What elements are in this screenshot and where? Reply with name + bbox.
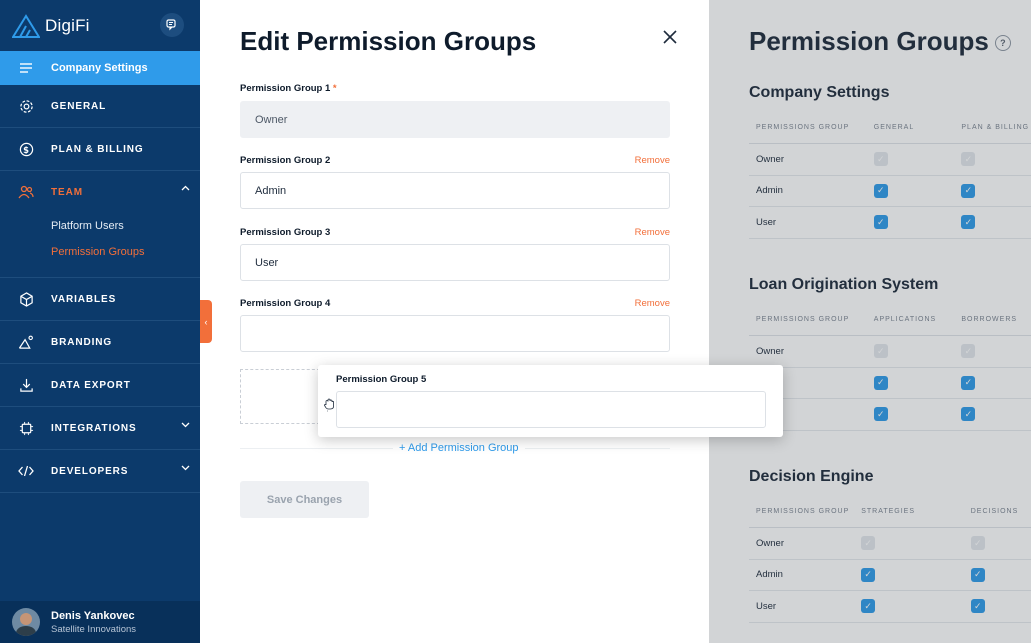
sidebar-item-variables[interactable]: VARIABLES bbox=[0, 278, 200, 321]
field-label: Permission Group 5 bbox=[336, 374, 427, 385]
sidebar-item-branding[interactable]: BRANDING bbox=[0, 321, 200, 364]
permission-group-4-input[interactable] bbox=[240, 315, 670, 352]
chevron-left-icon: ‹ bbox=[204, 316, 208, 327]
modal-title: Edit Permission Groups bbox=[240, 26, 537, 56]
gear-icon bbox=[18, 98, 34, 114]
dragged-field-card[interactable]: Permission Group 5 bbox=[318, 365, 783, 437]
dollar-circle-icon: $ bbox=[18, 141, 34, 157]
permission-group-2-field: Permission Group 2 Remove Admin bbox=[240, 155, 670, 209]
chat-button[interactable] bbox=[160, 13, 184, 37]
chat-icon bbox=[166, 19, 176, 31]
field-label: Permission Group 4 bbox=[240, 298, 331, 309]
permission-group-1-field: Permission Group 1 * Owner bbox=[240, 83, 670, 138]
field-label: Permission Group 1 * bbox=[240, 83, 337, 94]
chevron-up-icon bbox=[181, 185, 190, 191]
required-mark: * bbox=[332, 83, 337, 94]
user-profile[interactable]: Denis Yankovec Satellite Innovations bbox=[0, 601, 200, 643]
sidebar-item-team[interactable]: TEAM bbox=[0, 171, 200, 213]
sidebar-team-group: TEAM Platform Users Permission Groups bbox=[0, 171, 200, 278]
field-label: Permission Group 3 bbox=[240, 227, 331, 238]
grab-hand-icon[interactable] bbox=[323, 398, 335, 412]
sidebar-item-label: DEVELOPERS bbox=[51, 465, 129, 477]
add-permission-group-link[interactable]: + Add Permission Group bbox=[393, 442, 525, 454]
sidebar-item-label: BRANDING bbox=[51, 336, 113, 348]
svg-text:$: $ bbox=[23, 144, 30, 154]
sidebar-item-label: TEAM bbox=[51, 186, 83, 198]
sidebar-item-label: INTEGRATIONS bbox=[51, 422, 137, 434]
save-button[interactable]: Save Changes bbox=[240, 481, 369, 518]
menu-lines-icon bbox=[20, 63, 32, 73]
sidebar-item-label: GENERAL bbox=[51, 100, 107, 112]
remove-link[interactable]: Remove bbox=[635, 155, 670, 166]
sidebar-item-data-export[interactable]: DATA EXPORT bbox=[0, 364, 200, 407]
sidebar-item-label: PLAN & BILLING bbox=[51, 143, 144, 155]
sidebar-subitem-platform-users[interactable]: Platform Users bbox=[0, 213, 200, 239]
sidebar-item-plan-billing[interactable]: $ PLAN & BILLING bbox=[0, 128, 200, 171]
chevron-down-icon bbox=[181, 422, 190, 428]
remove-link[interactable]: Remove bbox=[635, 227, 670, 238]
sidebar-item-integrations[interactable]: INTEGRATIONS bbox=[0, 407, 200, 450]
sidebar-item-general[interactable]: GENERAL bbox=[0, 85, 200, 128]
sidebar-item-label: Company Settings bbox=[51, 62, 148, 74]
permission-group-5-input[interactable] bbox=[336, 391, 766, 428]
sidebar-subitem-permission-groups[interactable]: Permission Groups bbox=[0, 239, 200, 265]
user-company: Satellite Innovations bbox=[51, 623, 137, 635]
cube-icon bbox=[18, 291, 34, 307]
overlay-backdrop[interactable] bbox=[709, 0, 1031, 643]
drop-placeholder bbox=[240, 369, 320, 424]
field-label: Permission Group 2 bbox=[240, 155, 331, 166]
permission-group-1-input: Owner bbox=[240, 101, 670, 138]
user-name: Denis Yankovec bbox=[51, 609, 135, 622]
sidebar-item-label: VARIABLES bbox=[51, 293, 117, 305]
sidebar-item-company-settings[interactable]: Company Settings bbox=[0, 51, 200, 85]
sidebar-collapse-button[interactable]: ‹ bbox=[200, 300, 212, 343]
mountain-icon bbox=[18, 334, 34, 350]
edit-permission-groups-panel: Edit Permission Groups Permission Group … bbox=[200, 0, 709, 643]
permission-group-4-field: Permission Group 4 Remove bbox=[240, 298, 670, 352]
close-icon[interactable] bbox=[661, 28, 679, 46]
sidebar-item-label: DATA EXPORT bbox=[51, 379, 131, 391]
permission-group-3-field: Permission Group 3 Remove User bbox=[240, 227, 670, 281]
chevron-down-icon bbox=[181, 465, 190, 471]
digifi-logo-icon bbox=[12, 13, 40, 38]
download-icon bbox=[18, 377, 34, 393]
permission-group-3-input[interactable]: User bbox=[240, 244, 670, 281]
brand: DigiFi bbox=[0, 0, 200, 51]
chip-icon bbox=[18, 420, 34, 436]
permission-group-2-input[interactable]: Admin bbox=[240, 172, 670, 209]
code-icon bbox=[18, 463, 34, 479]
sidebar-item-developers[interactable]: DEVELOPERS bbox=[0, 450, 200, 493]
team-icon bbox=[18, 185, 34, 199]
sidebar: DigiFi Company Settings GENERAL $ PLAN &… bbox=[0, 0, 200, 643]
avatar bbox=[12, 608, 40, 636]
brand-name: DigiFi bbox=[45, 15, 90, 35]
remove-link[interactable]: Remove bbox=[635, 298, 670, 309]
